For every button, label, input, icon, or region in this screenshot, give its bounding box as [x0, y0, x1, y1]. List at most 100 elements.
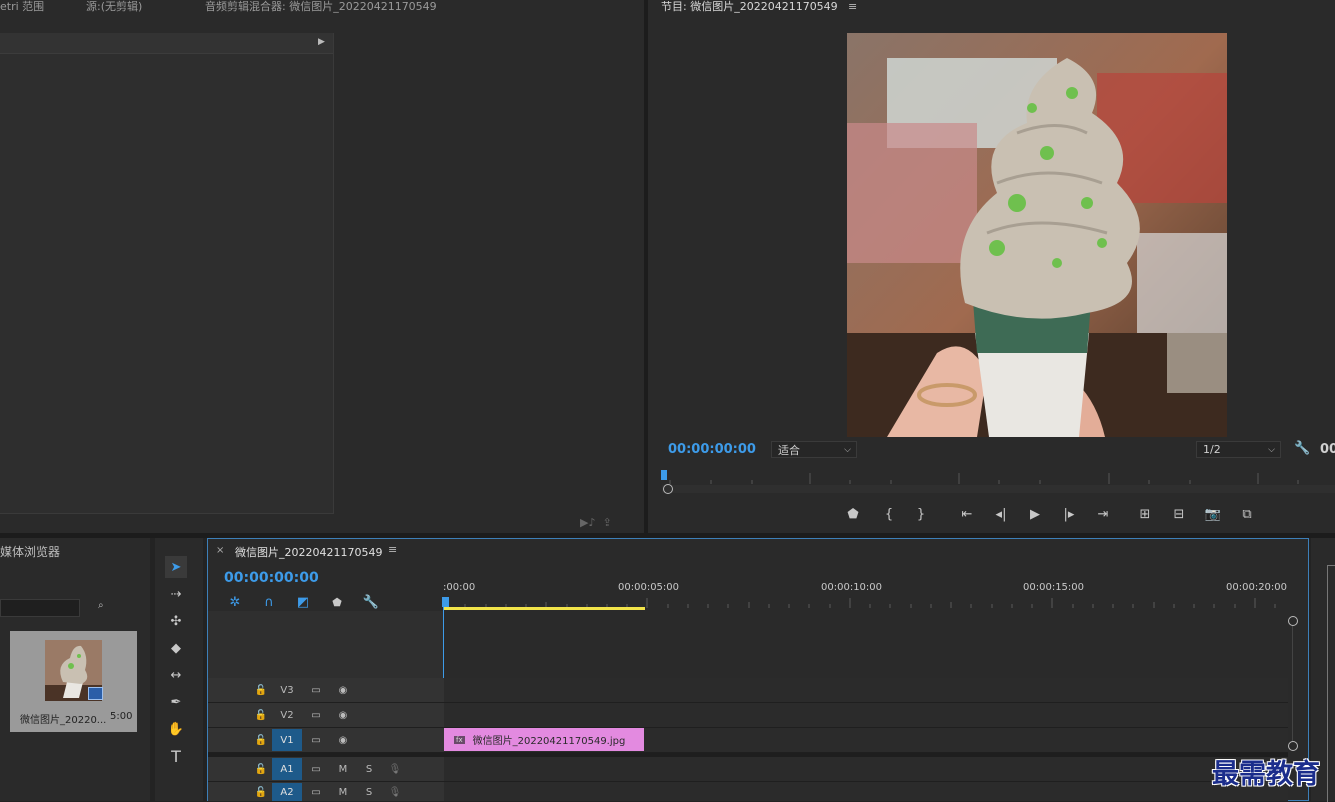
eye-icon[interactable]: ◉ — [330, 704, 356, 726]
project-item-name: 微信图片_20220... — [20, 715, 107, 726]
timeline-clip-v1[interactable]: fx 微信图片_20220421170549.jpg — [444, 728, 644, 751]
transport-controls: ⬟ { } ⇤ ◂| ▶ |▸ ⇥ ⊞ ⊟ 📷 ⧉ — [842, 503, 1272, 525]
ruler-label-15: 00:00:15:00 — [1023, 582, 1085, 593]
solo-button[interactable]: S — [356, 783, 382, 801]
selection-tool-icon[interactable]: ➤ — [165, 556, 187, 578]
lock-icon[interactable]: 🔓 — [250, 729, 272, 751]
vertical-scroll-track[interactable] — [1292, 626, 1293, 741]
timeline-close-button[interactable]: × — [216, 545, 224, 556]
timeline-timecode[interactable]: 00:00:00:00 — [224, 570, 319, 586]
fit-select[interactable]: 适合 ⌵ — [771, 441, 857, 458]
snap-icon[interactable]: ∩ — [258, 591, 280, 613]
extract-icon[interactable]: ⊟ — [1168, 503, 1190, 525]
nest-toggle-icon[interactable]: ✲ — [224, 591, 246, 613]
tab-media-browser[interactable]: 媒体浏览器 — [0, 543, 60, 560]
track-row-v1 — [208, 728, 1288, 753]
timeline-sequence-tab[interactable]: 微信图片_20220421170549 — [235, 544, 382, 560]
ripple-edit-tool-icon[interactable]: ✣ — [165, 610, 187, 632]
program-playhead[interactable] — [661, 470, 667, 480]
solo-button[interactable]: S — [356, 758, 382, 780]
track-label-a2: A2 — [280, 786, 294, 798]
vertical-scroll-handle-bottom[interactable] — [1288, 741, 1298, 751]
step-back-icon[interactable]: ◂| — [990, 503, 1012, 525]
program-scroll-bar[interactable] — [662, 485, 1335, 493]
go-to-in-icon[interactable]: ⇤ — [956, 503, 978, 525]
chevron-down-icon: ⌵ — [844, 445, 851, 455]
wrench-icon[interactable]: 🔧 — [1294, 441, 1310, 456]
lock-icon[interactable]: 🔓 — [250, 783, 272, 801]
solo-label: S — [365, 763, 373, 775]
linked-selection-icon[interactable]: ◩ — [292, 591, 314, 613]
program-menu-icon[interactable]: ≡ — [848, 0, 857, 13]
marker-icon[interactable]: ⬟ — [842, 503, 864, 525]
work-area-bar[interactable] — [443, 607, 645, 610]
vertical-scroll-handle-top[interactable] — [1288, 616, 1298, 626]
mark-in-icon[interactable]: { — [878, 503, 900, 525]
still-image-badge-icon — [88, 687, 103, 700]
effect-controls-header — [0, 33, 333, 54]
project-item-card[interactable]: 微信图片_20220... 5:00 — [10, 631, 137, 732]
microphone-icon[interactable]: 🎙 — [382, 758, 408, 780]
fit-select-value: 适合 — [778, 443, 800, 457]
play-arrow-icon[interactable]: ▶ — [318, 37, 325, 47]
tab-lumetri-scopes[interactable]: etri 范围 — [0, 0, 44, 13]
ruler-label-0: :00:00 — [443, 582, 476, 593]
camera-icon[interactable]: 📷 — [1202, 503, 1224, 525]
track-header-a1: 🔓 A1 ▭ M S 🎙 — [250, 758, 408, 780]
mute-button[interactable]: M — [330, 758, 356, 780]
lock-icon[interactable]: 🔓 — [250, 758, 272, 780]
type-tool-icon[interactable]: T — [165, 745, 187, 767]
timeline-menu-icon[interactable]: ≡ — [388, 543, 397, 556]
tab-audio-clip-mixer[interactable]: 音频剪辑混合器: 微信图片_20220421170549 — [205, 0, 437, 13]
ice-cream-picture — [847, 33, 1227, 437]
lock-icon[interactable]: 🔓 — [250, 679, 272, 701]
track-row-v3 — [208, 678, 1288, 703]
lift-icon[interactable]: ⊞ — [1134, 503, 1156, 525]
mute-button[interactable]: M — [330, 783, 356, 801]
find-icon[interactable]: ⌕ — [98, 600, 104, 611]
slip-tool-icon[interactable]: ↔ — [165, 664, 187, 686]
sync-lock-icon[interactable]: ▭ — [302, 758, 330, 780]
compare-icon[interactable]: ⧉ — [1236, 503, 1258, 525]
resolution-select[interactable]: 1/2 ⌵ — [1196, 441, 1281, 458]
sync-lock-icon[interactable]: ▭ — [302, 679, 330, 701]
timeline-settings-wrench-icon[interactable]: 🔧 — [360, 591, 382, 613]
go-to-out-icon[interactable]: ⇥ — [1092, 503, 1114, 525]
play-icon[interactable]: ▶ — [1024, 503, 1046, 525]
track-header-v3: 🔓 V3 ▭ ◉ — [250, 679, 356, 701]
mark-out-icon[interactable]: } — [910, 503, 932, 525]
tab-source-monitor[interactable]: 源:(无剪辑) — [86, 0, 142, 13]
eye-icon[interactable]: ◉ — [330, 679, 356, 701]
program-timecode[interactable]: 00:00:00:00 — [668, 442, 756, 457]
microphone-icon[interactable]: 🎙 — [382, 783, 408, 801]
track-a2-content — [444, 782, 1288, 801]
sync-lock-icon[interactable]: ▭ — [302, 704, 330, 726]
track-a1-content — [444, 757, 1288, 781]
eye-icon[interactable]: ◉ — [330, 729, 356, 751]
sync-lock-icon[interactable]: ▭ — [302, 729, 330, 751]
project-search-input[interactable] — [0, 599, 80, 617]
tab-program-monitor[interactable]: 节目: 微信图片_20220421170549 — [661, 0, 838, 13]
razor-tool-icon[interactable]: ◆ — [165, 637, 187, 659]
track-target-v2[interactable]: V2 — [272, 704, 302, 726]
track-target-a2[interactable]: A2 — [272, 783, 302, 801]
program-scrub-ruler[interactable] — [662, 470, 1335, 486]
lock-icon[interactable]: 🔓 — [250, 704, 272, 726]
ruler-ticks — [669, 473, 1299, 484]
scroll-handle-circle[interactable] — [663, 484, 673, 494]
pen-tool-icon[interactable]: ✒ — [165, 691, 187, 713]
tools-column: ➤ ⇢ ✣ ◆ ↔ ✒ ✋ T — [165, 556, 191, 767]
track-target-v1[interactable]: V1 — [272, 729, 302, 751]
hand-tool-icon[interactable]: ✋ — [165, 718, 187, 740]
track-select-tool-icon[interactable]: ⇢ — [165, 583, 187, 605]
insert-overwrite-icons: ▶♪ ⇪ — [580, 516, 612, 529]
add-marker-icon[interactable]: ⬟ — [326, 591, 348, 613]
solo-label: S — [365, 786, 373, 798]
track-header-a2: 🔓 A2 ▭ M S 🎙 — [250, 783, 408, 801]
chevron-down-icon: ⌵ — [1268, 445, 1275, 455]
step-forward-icon[interactable]: |▸ — [1058, 503, 1080, 525]
sync-lock-icon[interactable]: ▭ — [302, 783, 330, 801]
track-target-v3[interactable]: V3 — [272, 679, 302, 701]
track-label-v2: V2 — [280, 709, 294, 721]
track-target-a1[interactable]: A1 — [272, 758, 302, 780]
